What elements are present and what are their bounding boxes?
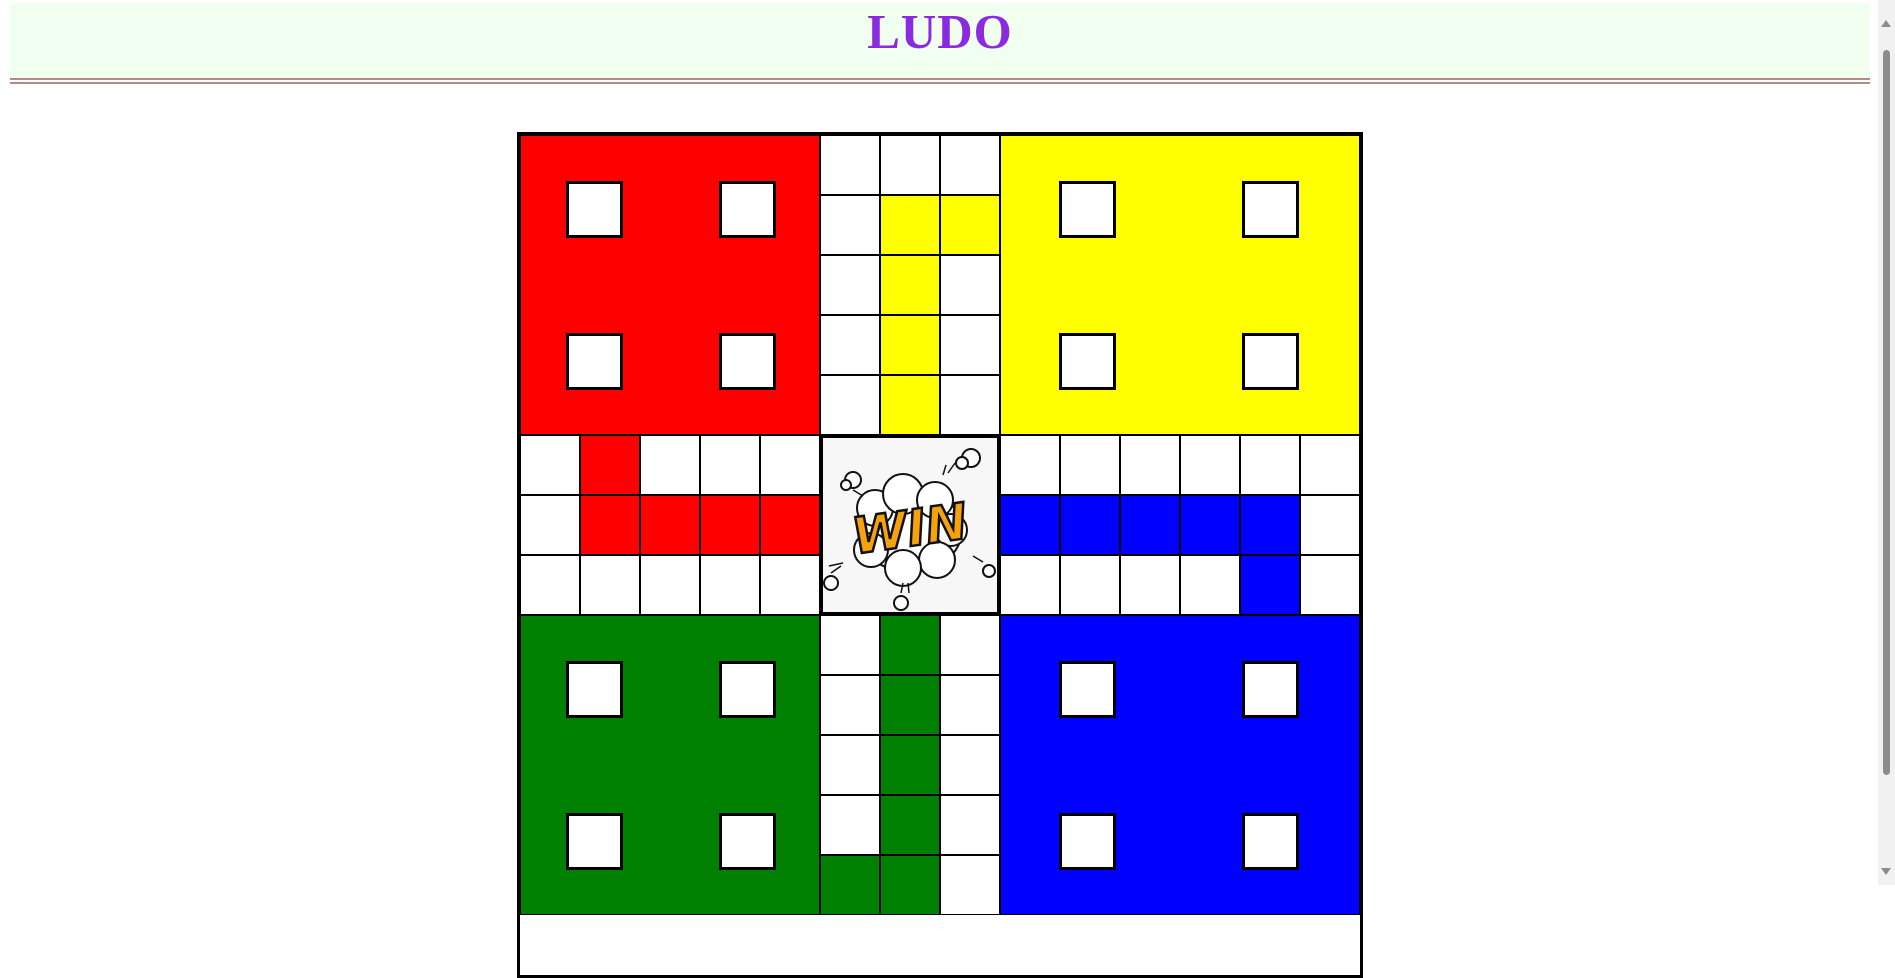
track-cell-right-1-5[interactable]: [1300, 495, 1360, 555]
track-cell-right-0-3[interactable]: [1180, 435, 1240, 495]
yard-red: [520, 135, 820, 435]
track-cell-right-2-3[interactable]: [1180, 555, 1240, 615]
yard-blue: [1000, 615, 1360, 915]
track-cell-right-1-0[interactable]: [1000, 495, 1060, 555]
page-scrollbar[interactable]: [1878, 0, 1895, 885]
track-cell-right-2-0[interactable]: [1000, 555, 1060, 615]
track-cell-top-2-2[interactable]: [940, 255, 1000, 315]
scroll-down-arrow-icon[interactable]: [1881, 868, 1891, 875]
token-slot-blue-3[interactable]: [1059, 813, 1116, 870]
track-cell-bottom-1-2[interactable]: [940, 675, 1000, 735]
track-cell-bottom-3-2[interactable]: [940, 795, 1000, 855]
track-cell-left-1-4[interactable]: [760, 495, 820, 555]
track-cell-top-1-2[interactable]: [940, 195, 1000, 255]
token-slot-yellow-4[interactable]: [1242, 333, 1299, 390]
track-cell-left-2-3[interactable]: [700, 555, 760, 615]
token-slot-red-3[interactable]: [566, 333, 623, 390]
track-cell-top-1-1[interactable]: [880, 195, 940, 255]
track-cell-left-2-2[interactable]: [640, 555, 700, 615]
track-cell-right-1-1[interactable]: [1060, 495, 1120, 555]
track-cell-left-1-0[interactable]: [520, 495, 580, 555]
track-cell-bottom-3-1[interactable]: [880, 795, 940, 855]
track-cell-left-0-0[interactable]: [520, 435, 580, 495]
yard-yellow: [1000, 135, 1360, 435]
track-cell-left-1-3[interactable]: [700, 495, 760, 555]
token-slot-yellow-2[interactable]: [1242, 181, 1299, 238]
track-cell-top-3-2[interactable]: [940, 315, 1000, 375]
token-slot-blue-4[interactable]: [1242, 813, 1299, 870]
track-cell-right-0-0[interactable]: [1000, 435, 1060, 495]
track-cell-right-1-4[interactable]: [1240, 495, 1300, 555]
track-cell-bottom-0-1[interactable]: [880, 615, 940, 675]
track-cell-left-2-0[interactable]: [520, 555, 580, 615]
home-win-center: WIN: [820, 435, 1000, 615]
header-divider: [10, 78, 1870, 84]
track-cell-bottom-1-1[interactable]: [880, 675, 940, 735]
track-cell-bottom-2-1[interactable]: [880, 735, 940, 795]
token-slot-green-1[interactable]: [566, 661, 623, 718]
track-cell-right-0-5[interactable]: [1300, 435, 1360, 495]
page-title: LUDO: [867, 4, 1013, 59]
track-cell-bottom-2-0[interactable]: [820, 735, 880, 795]
token-slot-red-2[interactable]: [719, 181, 776, 238]
track-cell-right-2-1[interactable]: [1060, 555, 1120, 615]
track-cell-top-0-2[interactable]: [940, 135, 1000, 195]
track-cell-bottom-3-0[interactable]: [820, 795, 880, 855]
track-cell-bottom-1-0[interactable]: [820, 675, 880, 735]
track-cell-bottom-0-0[interactable]: [820, 615, 880, 675]
track-cell-right-2-5[interactable]: [1300, 555, 1360, 615]
track-cell-left-0-3[interactable]: [700, 435, 760, 495]
track-cell-left-0-4[interactable]: [760, 435, 820, 495]
track-cell-top-0-0[interactable]: [820, 135, 880, 195]
track-cell-right-2-2[interactable]: [1120, 555, 1180, 615]
track-cell-bottom-4-1[interactable]: [880, 855, 940, 915]
track-cell-top-1-0[interactable]: [820, 195, 880, 255]
track-cell-right-0-4[interactable]: [1240, 435, 1300, 495]
track-cell-bottom-4-0[interactable]: [820, 855, 880, 915]
track-cell-right-1-2[interactable]: [1120, 495, 1180, 555]
track-cell-top-4-2[interactable]: [940, 375, 1000, 435]
token-slot-green-3[interactable]: [566, 813, 623, 870]
token-slot-red-1[interactable]: [566, 181, 623, 238]
ludo-board: WIN: [517, 132, 1363, 978]
token-slot-green-2[interactable]: [719, 661, 776, 718]
track-cell-left-0-2[interactable]: [640, 435, 700, 495]
track-cell-right-2-4[interactable]: [1240, 555, 1300, 615]
page-header: LUDO: [10, 3, 1870, 78]
track-cell-left-1-2[interactable]: [640, 495, 700, 555]
token-slot-green-4[interactable]: [719, 813, 776, 870]
track-cell-left-2-1[interactable]: [580, 555, 640, 615]
track-cell-top-4-0[interactable]: [820, 375, 880, 435]
token-slot-yellow-1[interactable]: [1059, 181, 1116, 238]
track-cell-top-3-1[interactable]: [880, 315, 940, 375]
token-slot-yellow-3[interactable]: [1059, 333, 1116, 390]
track-cell-top-2-0[interactable]: [820, 255, 880, 315]
track-cell-bottom-4-2[interactable]: [940, 855, 1000, 915]
track-cell-bottom-2-2[interactable]: [940, 735, 1000, 795]
track-cell-left-2-4[interactable]: [760, 555, 820, 615]
track-cell-top-3-0[interactable]: [820, 315, 880, 375]
track-cell-top-4-1[interactable]: [880, 375, 940, 435]
token-slot-blue-1[interactable]: [1059, 661, 1116, 718]
track-cell-right-1-3[interactable]: [1180, 495, 1240, 555]
track-cell-bottom-0-2[interactable]: [940, 615, 1000, 675]
token-slot-red-4[interactable]: [719, 333, 776, 390]
track-cell-right-0-1[interactable]: [1060, 435, 1120, 495]
track-cell-top-2-1[interactable]: [880, 255, 940, 315]
scroll-up-arrow-icon[interactable]: [1881, 20, 1891, 27]
track-cell-right-0-2[interactable]: [1120, 435, 1180, 495]
track-cell-top-0-1[interactable]: [880, 135, 940, 195]
token-slot-blue-2[interactable]: [1242, 661, 1299, 718]
win-burst-icon: WIN: [823, 448, 996, 611]
scrollbar-thumb[interactable]: [1883, 50, 1890, 775]
track-cell-left-0-1[interactable]: [580, 435, 640, 495]
track-cell-left-1-1[interactable]: [580, 495, 640, 555]
yard-green: [520, 615, 820, 915]
